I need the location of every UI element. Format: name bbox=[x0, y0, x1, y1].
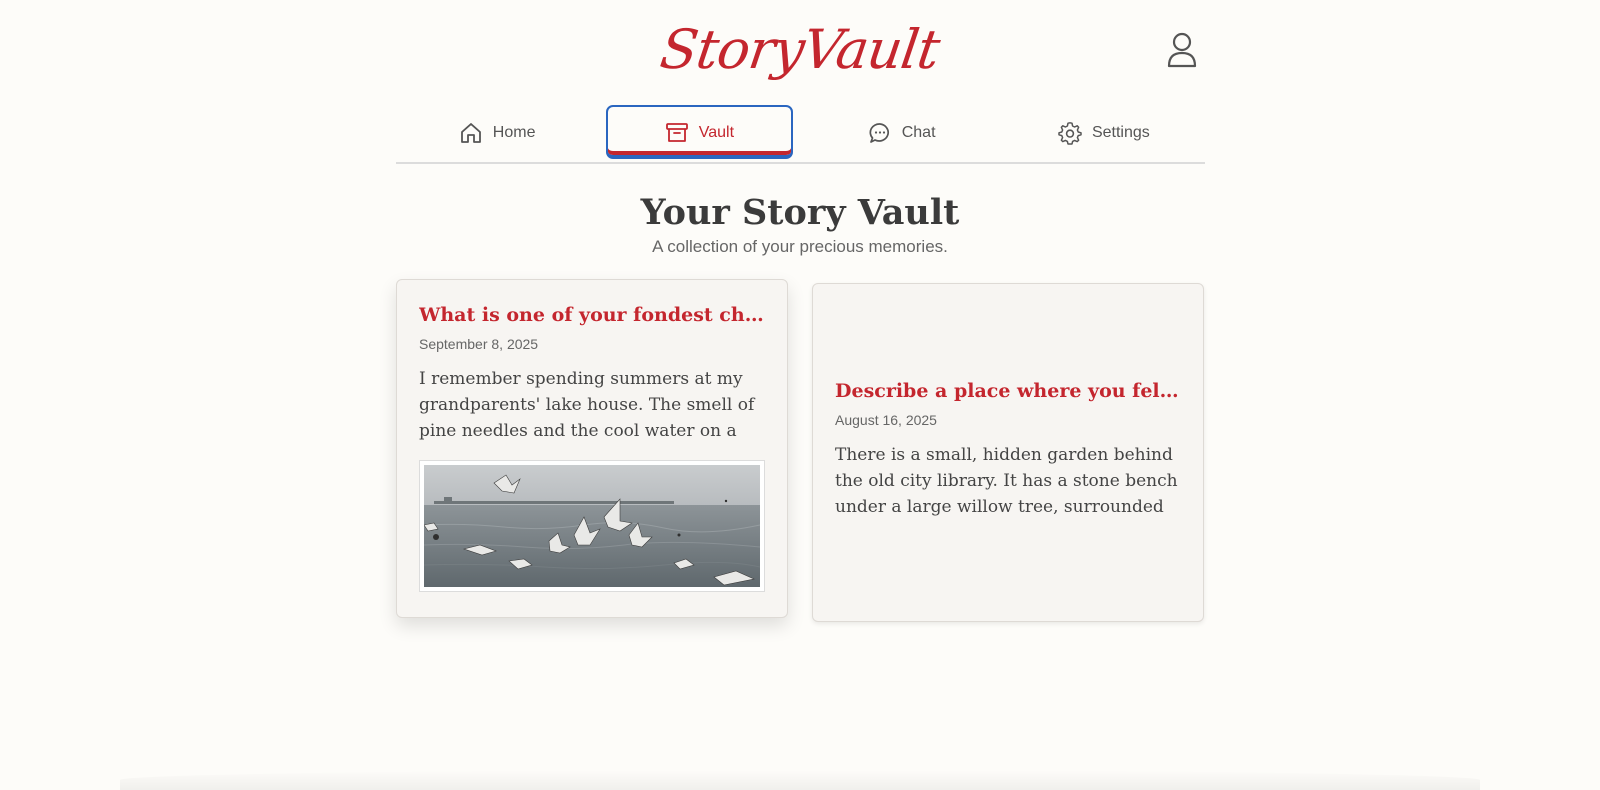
story-title[interactable]: What is one of your fondest childho... bbox=[419, 304, 765, 326]
main-nav: Home Vault Chat Settings bbox=[396, 104, 1205, 164]
chat-bubble-icon bbox=[869, 123, 889, 143]
page-bottom-shadow bbox=[120, 770, 1480, 790]
seagulls-photo bbox=[424, 465, 760, 587]
app-logo[interactable]: StoryVault bbox=[0, 18, 1600, 81]
story-date: September 8, 2025 bbox=[419, 336, 539, 352]
profile-button[interactable] bbox=[1162, 28, 1202, 72]
story-date: August 16, 2025 bbox=[835, 412, 937, 428]
tab-home[interactable]: Home bbox=[396, 104, 598, 162]
tab-chat[interactable]: Chat bbox=[801, 104, 1003, 162]
tab-vault[interactable]: Vault bbox=[598, 104, 800, 162]
story-excerpt: I remember spending summers at my grandp… bbox=[419, 369, 755, 441]
story-card[interactable]: Describe a place where you felt perf... … bbox=[812, 283, 1204, 622]
tab-focus-ring bbox=[606, 105, 793, 159]
tab-chat-label: Chat bbox=[901, 124, 936, 141]
user-icon bbox=[1167, 32, 1197, 68]
tab-home-label: Home bbox=[492, 124, 536, 141]
gear-icon bbox=[1058, 122, 1082, 145]
story-card[interactable]: What is one of your fondest childho... S… bbox=[396, 279, 788, 618]
page-subtitle: A collection of your precious memories. bbox=[652, 237, 948, 256]
tab-settings-label: Settings bbox=[1091, 124, 1150, 141]
home-icon bbox=[460, 123, 481, 143]
story-title[interactable]: Describe a place where you felt perf... bbox=[835, 380, 1181, 402]
app-root: StoryVault Home Vault Chat Settings Your… bbox=[0, 0, 1600, 790]
tab-settings[interactable]: Settings bbox=[1003, 104, 1205, 162]
page-title: Your Story Vault bbox=[640, 192, 960, 233]
story-photo[interactable] bbox=[419, 460, 765, 592]
story-excerpt: There is a small, hidden garden behind t… bbox=[835, 445, 1178, 517]
